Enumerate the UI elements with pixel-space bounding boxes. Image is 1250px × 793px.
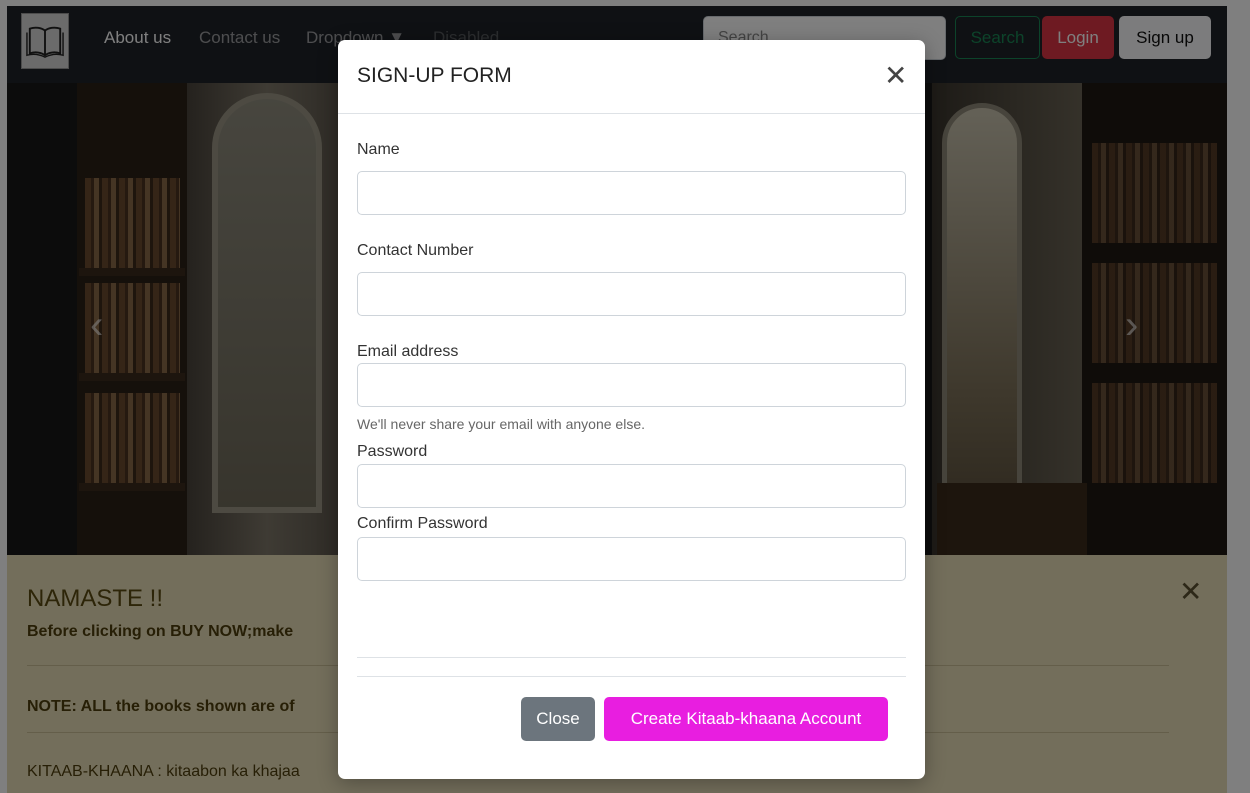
contact-label: Contact Number bbox=[357, 242, 474, 259]
confirm-password-label: Confirm Password bbox=[357, 515, 488, 532]
email-help-text: We'll never share your email with anyone… bbox=[357, 416, 645, 432]
name-input[interactable] bbox=[357, 171, 906, 215]
modal-title: SIGN-UP FORM bbox=[357, 64, 512, 87]
password-label: Password bbox=[357, 443, 428, 460]
modal-close-icon[interactable]: ✕ bbox=[884, 62, 907, 90]
confirm-password-input[interactable] bbox=[357, 537, 906, 581]
contact-input[interactable] bbox=[357, 272, 906, 316]
signup-modal: SIGN-UP FORM ✕ Name Contact Number Email… bbox=[338, 40, 925, 779]
modal-divider bbox=[357, 657, 906, 658]
create-account-button[interactable]: Create Kitaab-khaana Account bbox=[604, 697, 888, 741]
email-input[interactable] bbox=[357, 363, 906, 407]
email-label: Email address bbox=[357, 343, 459, 360]
close-button[interactable]: Close bbox=[521, 697, 595, 741]
modal-footer-divider bbox=[357, 676, 906, 677]
name-label: Name bbox=[357, 141, 400, 158]
password-input[interactable] bbox=[357, 464, 906, 508]
modal-header: SIGN-UP FORM ✕ bbox=[338, 40, 925, 114]
